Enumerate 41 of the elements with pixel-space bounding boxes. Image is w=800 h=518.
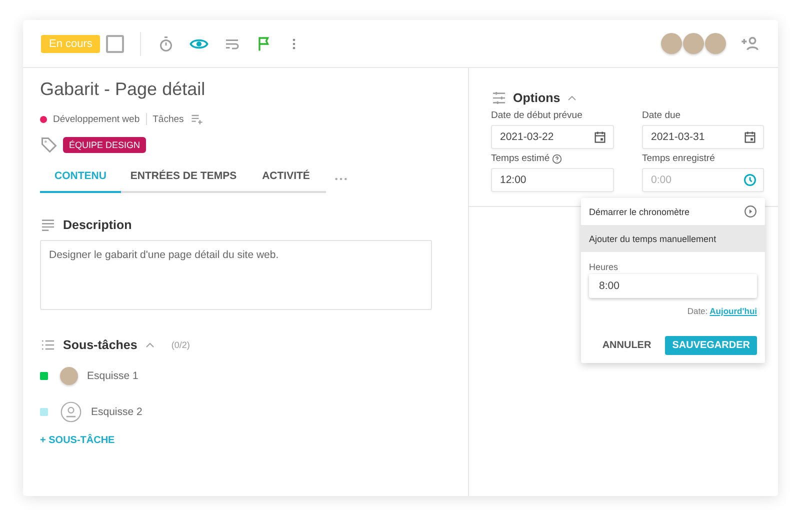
calendar-icon[interactable] [743, 130, 757, 144]
subtask-count: (0/2) [171, 340, 190, 350]
avatar[interactable] [705, 33, 726, 54]
field-label: Date due [642, 110, 681, 121]
project-link[interactable]: Développement web [53, 114, 140, 124]
field-label: Heures [588, 261, 620, 274]
cancel-button[interactable]: ANNULER [596, 339, 658, 352]
complete-checkbox[interactable] [106, 34, 124, 52]
list-link[interactable]: Tâches [152, 114, 184, 124]
date-label: Date: [687, 306, 708, 316]
date-field[interactable]: 2021-03-31 [642, 125, 764, 149]
date-field[interactable]: 2021-03-22 [491, 125, 614, 149]
play-icon[interactable] [744, 205, 757, 218]
subtask-name[interactable]: Esquisse 2 [91, 406, 142, 418]
clock-icon[interactable] [743, 173, 757, 187]
person-placeholder-icon[interactable] [60, 401, 82, 423]
text-lines-icon [40, 217, 56, 233]
avatar[interactable] [683, 33, 704, 54]
hours-field[interactable]: 8:00 [589, 274, 757, 298]
field-label: Date de début prévue [491, 110, 582, 121]
add-list-icon[interactable] [190, 112, 204, 126]
section-heading: Description [63, 218, 132, 232]
task-title: Gabarit - Page détail [40, 79, 206, 100]
tag-badge[interactable]: ÉQUIPE DESIGN [63, 137, 146, 153]
section-heading: Sous-tâches [63, 338, 138, 352]
calendar-icon[interactable] [593, 130, 607, 144]
tag-icon[interactable] [40, 136, 58, 154]
avatar[interactable] [661, 33, 682, 54]
field-label: Temps enregistré [642, 153, 715, 164]
section-heading: Options [513, 91, 560, 105]
description-field[interactable]: Designer le gabarit d'une page détail du site web. [40, 240, 432, 310]
menu-item[interactable]: Ajouter du temps manuellement [581, 225, 765, 252]
field-label: Temps estimé [491, 153, 550, 164]
menu-item[interactable]: Démarrer le chronomètre [581, 198, 765, 225]
tab[interactable]: ENTRÉES DE TEMPS [121, 164, 246, 193]
sliders-icon [491, 90, 507, 106]
help-icon[interactable] [552, 154, 562, 164]
tab[interactable]: ACTIVITÉ [246, 164, 326, 193]
subtask-name[interactable]: Esquisse 1 [87, 370, 138, 382]
time-field[interactable]: 12:00 [491, 168, 614, 192]
avatar[interactable] [60, 367, 78, 385]
